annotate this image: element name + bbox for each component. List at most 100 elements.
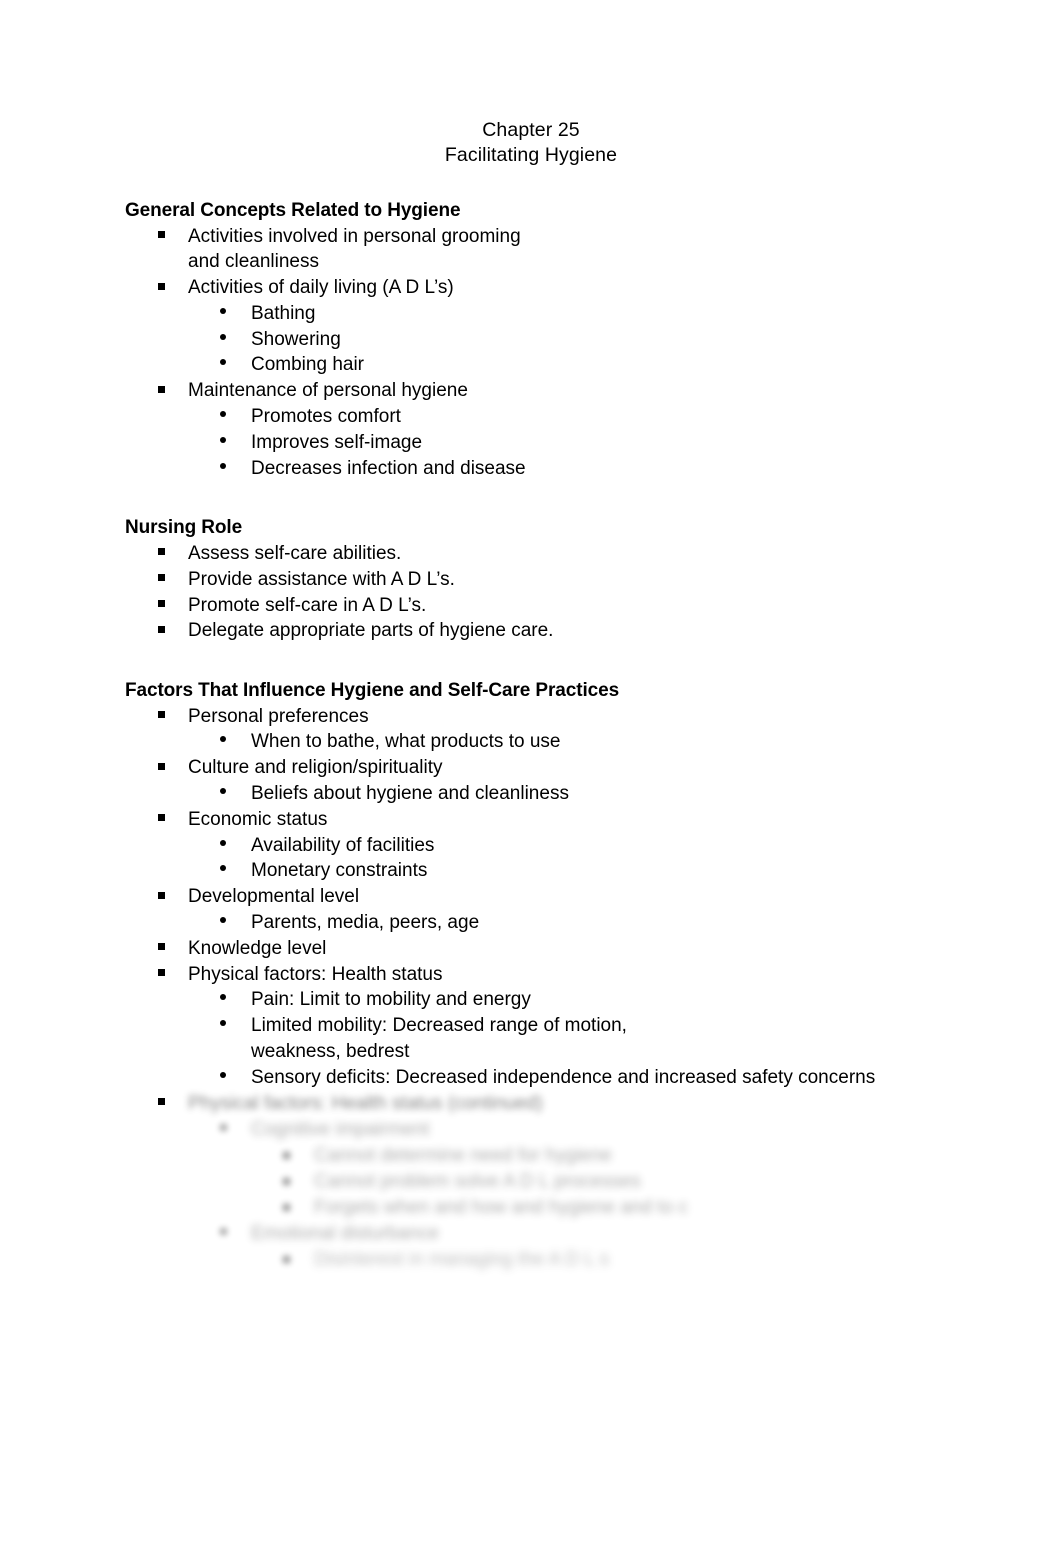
- round-bullet-icon: [220, 1013, 226, 1039]
- bullet-list-level2: Availability of facilities Monetary cons…: [188, 833, 1062, 885]
- list-item-label: Delegate appropriate parts of hygiene ca…: [188, 620, 554, 642]
- bullet-list-level1: Assess self-care abilities. Provide assi…: [0, 541, 1062, 644]
- round-bullet-icon: [283, 1169, 290, 1195]
- round-bullet-icon: [220, 327, 226, 353]
- round-bullet-icon: [220, 1117, 227, 1143]
- list-item: Assess self-care abilities.: [188, 541, 1062, 567]
- round-bullet-icon: [220, 1221, 227, 1247]
- round-bullet-icon: [220, 404, 226, 430]
- round-bullet-icon: [220, 301, 226, 327]
- round-bullet-icon: [220, 430, 226, 456]
- list-item: Availability of facilities: [251, 833, 1062, 859]
- list-item-label: Decreases infection and disease: [251, 457, 526, 479]
- list-item: Developmental level Parents, media, peer…: [188, 884, 1062, 936]
- square-bullet-icon: [158, 807, 165, 833]
- section-heading: Factors That Influence Hygiene and Self-…: [125, 680, 620, 702]
- square-bullet-icon: [158, 593, 165, 619]
- list-item-label: Sensory deficits: Decreased independence…: [251, 1066, 876, 1088]
- bullet-list-level3-obscured: Cannot determine need for hygiene Cannot…: [251, 1143, 1062, 1221]
- list-item: Culture and religion/spirituality Belief…: [188, 755, 1062, 807]
- list-item: Activities involved in personal grooming…: [188, 224, 1062, 276]
- obscured-label: Cannot problem solve A D L processes: [314, 1170, 641, 1192]
- list-item-label: Culture and religion/spirituality: [188, 757, 443, 779]
- list-item-label: Promote self-care in A D L’s.: [188, 594, 427, 616]
- square-bullet-icon: [158, 541, 165, 567]
- title-line-subject: Facilitating Hygiene: [444, 144, 618, 166]
- list-item-label: Parents, media, peers, age: [251, 912, 480, 934]
- round-bullet-icon: [220, 352, 226, 378]
- square-bullet-icon: [158, 884, 165, 910]
- list-item-label: Showering: [251, 328, 341, 350]
- obscured-label: Cognitive impairment: [251, 1118, 430, 1140]
- obscured-label: Forgets when and how and hygiene and to …: [314, 1196, 688, 1218]
- square-bullet-icon: [158, 936, 165, 962]
- square-bullet-icon: [158, 618, 165, 644]
- round-bullet-icon: [220, 987, 226, 1013]
- bullet-list-level2: When to bathe, what products to use: [188, 729, 1062, 755]
- square-bullet-icon: [158, 224, 165, 250]
- list-item: Improves self-image: [251, 430, 1062, 456]
- list-item-label: Limited mobility: Decreased range of mot…: [251, 1015, 627, 1063]
- bullet-list-level3-obscured: Disinterest in managing the A D L s: [251, 1247, 1062, 1273]
- round-bullet-icon: [220, 1065, 226, 1091]
- list-item: Limited mobility: Decreased range of mot…: [251, 1013, 1062, 1065]
- bullet-list-level2: Pain: Limit to mobility and energy Limit…: [188, 987, 1062, 1090]
- list-item-label: Developmental level: [188, 886, 360, 908]
- list-item-label: Maintenance of personal hygiene: [188, 380, 468, 402]
- list-item-label: Promotes comfort: [251, 406, 401, 428]
- list-item: Knowledge level: [188, 936, 1062, 962]
- list-item-label: Pain: Limit to mobility and energy: [251, 989, 531, 1011]
- list-item: Beliefs about hygiene and cleanliness: [251, 781, 1062, 807]
- bullet-list-level2: Promotes comfort Improves self-image Dec…: [188, 404, 1062, 481]
- section-heading: General Concepts Related to Hygiene: [125, 200, 461, 221]
- square-bullet-icon: [158, 567, 165, 593]
- round-bullet-icon: [220, 456, 226, 482]
- list-item: Parents, media, peers, age: [251, 910, 1062, 936]
- list-item-label: Beliefs about hygiene and cleanliness: [251, 783, 569, 805]
- list-item-label: Economic status: [188, 808, 328, 830]
- round-bullet-icon: [283, 1143, 290, 1169]
- list-item: Promotes comfort: [251, 404, 1062, 430]
- list-item-label: Physical factors: Health status: [188, 963, 443, 985]
- list-item-obscured: Forgets when and how and hygiene and to …: [314, 1195, 1062, 1221]
- list-item-label: Availability of facilities: [251, 834, 435, 856]
- list-item: Delegate appropriate parts of hygiene ca…: [188, 618, 1062, 644]
- list-item: Physical factors: Health status Pain: Li…: [188, 962, 1062, 1091]
- list-item-label: Personal preferences: [188, 705, 369, 727]
- list-item-label: Bathing: [251, 302, 316, 324]
- list-item-obscured: Cognitive impairment Cannot determine ne…: [251, 1117, 1062, 1221]
- list-item: Monetary constraints: [251, 858, 1062, 884]
- list-item: Combing hair: [251, 352, 1062, 378]
- list-item: Sensory deficits: Decreased independence…: [251, 1065, 1062, 1091]
- square-bullet-icon: [158, 378, 165, 404]
- bullet-list-level2: Bathing Showering Combing hair: [188, 301, 1062, 378]
- list-item: Bathing: [251, 301, 1062, 327]
- list-item: Personal preferences When to bathe, what…: [188, 704, 1062, 756]
- list-item: Decreases infection and disease: [251, 456, 1062, 482]
- square-bullet-icon: [158, 275, 165, 301]
- section-heading: Nursing Role: [125, 517, 243, 539]
- list-item-obscured: Cannot determine need for hygiene: [314, 1143, 1062, 1169]
- list-item-label: Monetary constraints: [251, 860, 428, 882]
- list-item: Activities of daily living (A D L’s) Bat…: [188, 275, 1062, 378]
- list-item-label: Provide assistance with A D L’s.: [188, 568, 455, 590]
- list-item-label: Activities of daily living (A D L’s): [188, 277, 454, 299]
- document-page: Chapter 25 Facilitating Hygiene General …: [0, 0, 1062, 1556]
- obscured-text-block: Physical factors: Health status (continu…: [0, 1091, 1062, 1273]
- square-bullet-icon: [158, 755, 165, 781]
- list-item-label: Activities involved in personal grooming…: [188, 225, 521, 273]
- list-item-obscured: Physical factors: Health status (continu…: [188, 1091, 1062, 1273]
- title-line-chapter: Chapter 25: [482, 119, 580, 141]
- list-item: Promote self-care in A D L’s.: [188, 593, 1062, 619]
- round-bullet-icon: [220, 729, 226, 755]
- square-bullet-icon: [158, 704, 165, 730]
- list-item-label: Improves self-image: [251, 431, 423, 453]
- round-bullet-icon: [220, 833, 226, 859]
- document-title: Chapter 25 Facilitating Hygiene: [0, 118, 1062, 168]
- section-factors-influence: Factors That Influence Hygiene and Self-…: [0, 678, 1062, 1090]
- bullet-list-level1-obscured: Physical factors: Health status (continu…: [0, 1091, 1062, 1273]
- round-bullet-icon: [220, 781, 226, 807]
- list-item: Provide assistance with A D L’s.: [188, 567, 1062, 593]
- list-item: Maintenance of personal hygiene Promotes…: [188, 378, 1062, 481]
- document-body: Chapter 25 Facilitating Hygiene General …: [0, 0, 1062, 1273]
